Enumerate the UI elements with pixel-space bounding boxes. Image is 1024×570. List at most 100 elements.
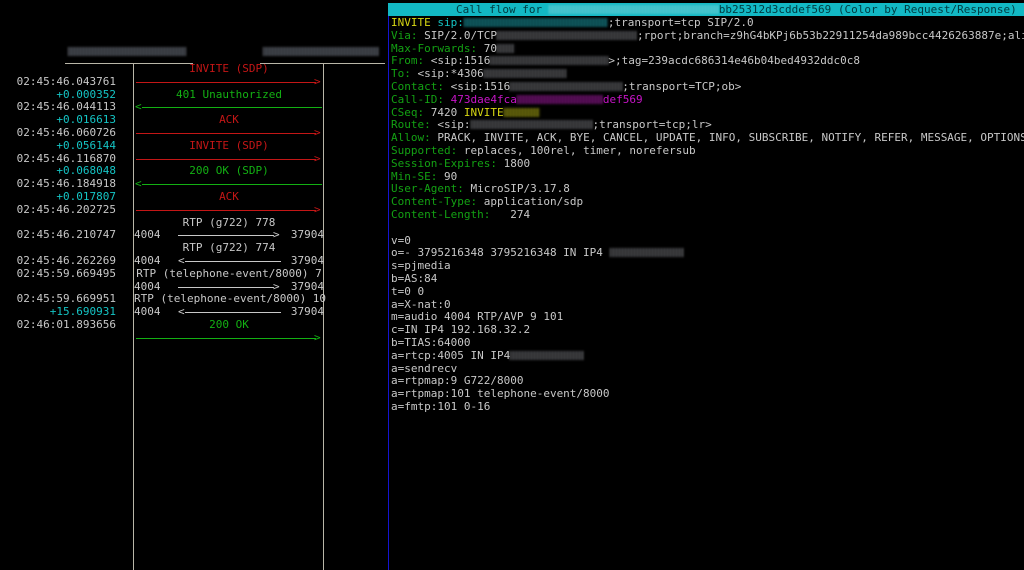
window-title-callid-tail: bb25312d3cddef569 bbox=[718, 3, 832, 16]
timestamp-row: 02:45:46.262269 bbox=[16, 253, 116, 267]
header-value: 274 bbox=[490, 207, 531, 221]
rtp-port-right: 37904 bbox=[290, 253, 324, 267]
sdp-line-origin: o=- 3795216348 3795216348 IN IP4 bbox=[391, 246, 1024, 260]
sip-request-uri-redacted bbox=[463, 18, 608, 27]
header-name: From bbox=[391, 54, 418, 68]
header-value-redacted bbox=[496, 43, 515, 53]
header-tail: ;rport;branch=z9hG4bKPj6b53b22911254da98… bbox=[636, 28, 1024, 42]
header-name: User-Agent bbox=[391, 182, 458, 196]
sdp-line-rtpmap-101: a=rtpmap:101 telephone-event/8000 bbox=[391, 387, 610, 401]
header-name: Min-SE bbox=[391, 169, 431, 183]
message-label[interactable]: 200 OK bbox=[134, 318, 324, 332]
header-value: <sip:*4306 bbox=[417, 67, 484, 81]
sdp-line-bandwidth-as: b=AS:84 bbox=[391, 271, 438, 285]
header-value: replaces, 100rel, timer, norefersub bbox=[463, 143, 696, 157]
message-column: INVITE (SDP) > 401 Unauthorized < ACK > … bbox=[134, 62, 326, 345]
window-title: Call flow for bb25312d3cddef569 (Color b… bbox=[388, 3, 1017, 16]
timestamp-row: +0.017807 bbox=[56, 189, 116, 203]
header-value: <sip:1516 bbox=[450, 79, 511, 93]
header-value: <sip:1516 bbox=[430, 54, 491, 68]
header-name: Route bbox=[391, 118, 425, 132]
sdp-line-fmtp-101: a=fmtp:101 0-16 bbox=[391, 399, 491, 413]
header-value-redacted bbox=[516, 94, 603, 104]
rtp-port-right: 37904 bbox=[290, 228, 324, 242]
host-address-right-redacted bbox=[263, 47, 379, 56]
message-label[interactable]: INVITE (SDP) bbox=[134, 62, 324, 76]
sdp-line-connection: c=IN IP4 192.168.32.2 bbox=[391, 323, 531, 337]
window-title-bar: Call flow for bb25312d3cddef569 (Color b… bbox=[388, 3, 1024, 16]
timestamp-row: 02:45:46.043761 bbox=[16, 74, 116, 88]
cseq-method: INVITE bbox=[463, 105, 504, 119]
window-title-prefix: Call flow for bbox=[456, 3, 543, 16]
message-arrow-right[interactable]: > bbox=[134, 331, 324, 345]
sdp-line-timing: t=0 0 bbox=[391, 284, 425, 298]
message-arrow-right[interactable]: > bbox=[134, 203, 324, 217]
header-value: MicroSIP/3.17.8 bbox=[470, 182, 570, 196]
message-label[interactable]: 401 Unauthorized bbox=[134, 88, 324, 102]
timestamp-column: 02:45:46.043761 +0.000352 02:45:46.04411… bbox=[0, 63, 125, 332]
message-label[interactable]: ACK bbox=[134, 190, 324, 204]
header-name: Content-Type bbox=[391, 195, 471, 209]
header-name: Session-Expires bbox=[391, 156, 491, 170]
header-value-redacted bbox=[483, 69, 566, 79]
sdp-origin-ip-redacted bbox=[609, 248, 684, 258]
message-label[interactable]: ACK bbox=[134, 113, 324, 127]
header-name: Supported bbox=[391, 143, 451, 157]
timestamp-row: +0.056144 bbox=[56, 138, 116, 152]
pane-divider[interactable] bbox=[388, 16, 389, 570]
timestamp-spacer bbox=[0, 63, 125, 76]
header-value-redacted bbox=[490, 56, 609, 66]
header-name: Content-Length bbox=[391, 207, 484, 221]
header-tail: def569 bbox=[602, 92, 643, 106]
sip-method: INVITE bbox=[391, 17, 431, 29]
sip-header-content-length: Content-Length: 274 bbox=[391, 207, 531, 221]
header-value-redacted bbox=[496, 30, 637, 40]
header-value: PRACK, INVITE, ACK, BYE, CANCEL, UPDATE,… bbox=[437, 131, 1024, 145]
raw-sip-message-pane[interactable]: INVITE sip: ;transport=tcp SIP/2.0 Via: S… bbox=[391, 17, 1024, 570]
message-label[interactable]: 200 OK (SDP) bbox=[134, 165, 324, 178]
sdp-origin-text: o=- 3795216348 3795216348 IN IP4 bbox=[391, 246, 603, 260]
cseq-redacted bbox=[503, 107, 540, 117]
rtp-port-left: 4004 bbox=[134, 253, 161, 267]
sdp-line-rtcp: a=rtcp:4005 IN IP4 bbox=[391, 349, 1024, 363]
sngrep-call-flow-window: Call flow for bb25312d3cddef569 (Color b… bbox=[0, 0, 1024, 570]
sdp-gap bbox=[391, 222, 1024, 235]
host-address-left-redacted bbox=[68, 47, 186, 56]
header-name: CSeq bbox=[391, 105, 418, 119]
header-value: 70 bbox=[483, 41, 497, 55]
header-value-redacted bbox=[470, 120, 593, 130]
header-name: Allow bbox=[391, 131, 425, 145]
sip-version: SIP/2.0 bbox=[707, 17, 754, 29]
header-tail: ;transport=TCP;ob> bbox=[622, 79, 742, 93]
call-flow-pane[interactable]: 02:45:46.043761 +0.000352 02:45:46.04411… bbox=[0, 16, 387, 570]
header-value: 473dae4fca bbox=[450, 92, 517, 106]
header-value: <sip: bbox=[437, 118, 471, 132]
header-value: application/sdp bbox=[483, 195, 584, 209]
header-name: Contact bbox=[391, 79, 438, 93]
message-label[interactable]: RTP (telephone-event/8000) 7 bbox=[134, 267, 324, 281]
sip-header-session-expires: Session-Expires: 1800 bbox=[391, 156, 531, 170]
rtp-port-left: 4004 bbox=[134, 305, 161, 319]
sip-header-from: From: <sip:1516 >;tag=239acdc686314e46b04… bbox=[391, 54, 861, 68]
header-tail: ;transport=tcp;lr> bbox=[592, 118, 712, 132]
header-tail: >;tag=239acdc686314e46b04bed4932ddc0c8 bbox=[608, 54, 861, 68]
header-value-redacted bbox=[510, 81, 623, 91]
header-name: Call-ID bbox=[391, 92, 438, 106]
sip-request-uri-prefix: sip: bbox=[437, 17, 464, 29]
message-arrow-right[interactable]: > bbox=[134, 126, 324, 140]
header-name: Max-Forwards bbox=[391, 41, 471, 55]
message-arrow-left-rtp[interactable]: 4004 < 37904 bbox=[134, 253, 324, 268]
sdp-line-session: s=pjmedia bbox=[391, 259, 451, 273]
timestamp-row: 02:45:46.202725 bbox=[16, 202, 116, 216]
header-value: 90 bbox=[444, 169, 458, 183]
window-title-color-mode: (Color by Request/Response) bbox=[837, 3, 1017, 16]
timestamp-row: 02:45:59.669495 bbox=[16, 266, 116, 280]
header-name: To bbox=[391, 67, 405, 81]
message-arrow-right[interactable]: > bbox=[134, 75, 324, 89]
sip-request-uri-suffix: ;transport=tcp bbox=[607, 17, 701, 29]
header-value: 1800 bbox=[503, 156, 531, 170]
timestamp-row: 02:45:46.210747 bbox=[16, 228, 116, 242]
timestamp-row: 02:46:01.893656 bbox=[16, 317, 116, 331]
message-label[interactable]: INVITE (SDP) bbox=[134, 139, 324, 153]
header-value: SIP/2.0/TCP bbox=[424, 28, 497, 42]
